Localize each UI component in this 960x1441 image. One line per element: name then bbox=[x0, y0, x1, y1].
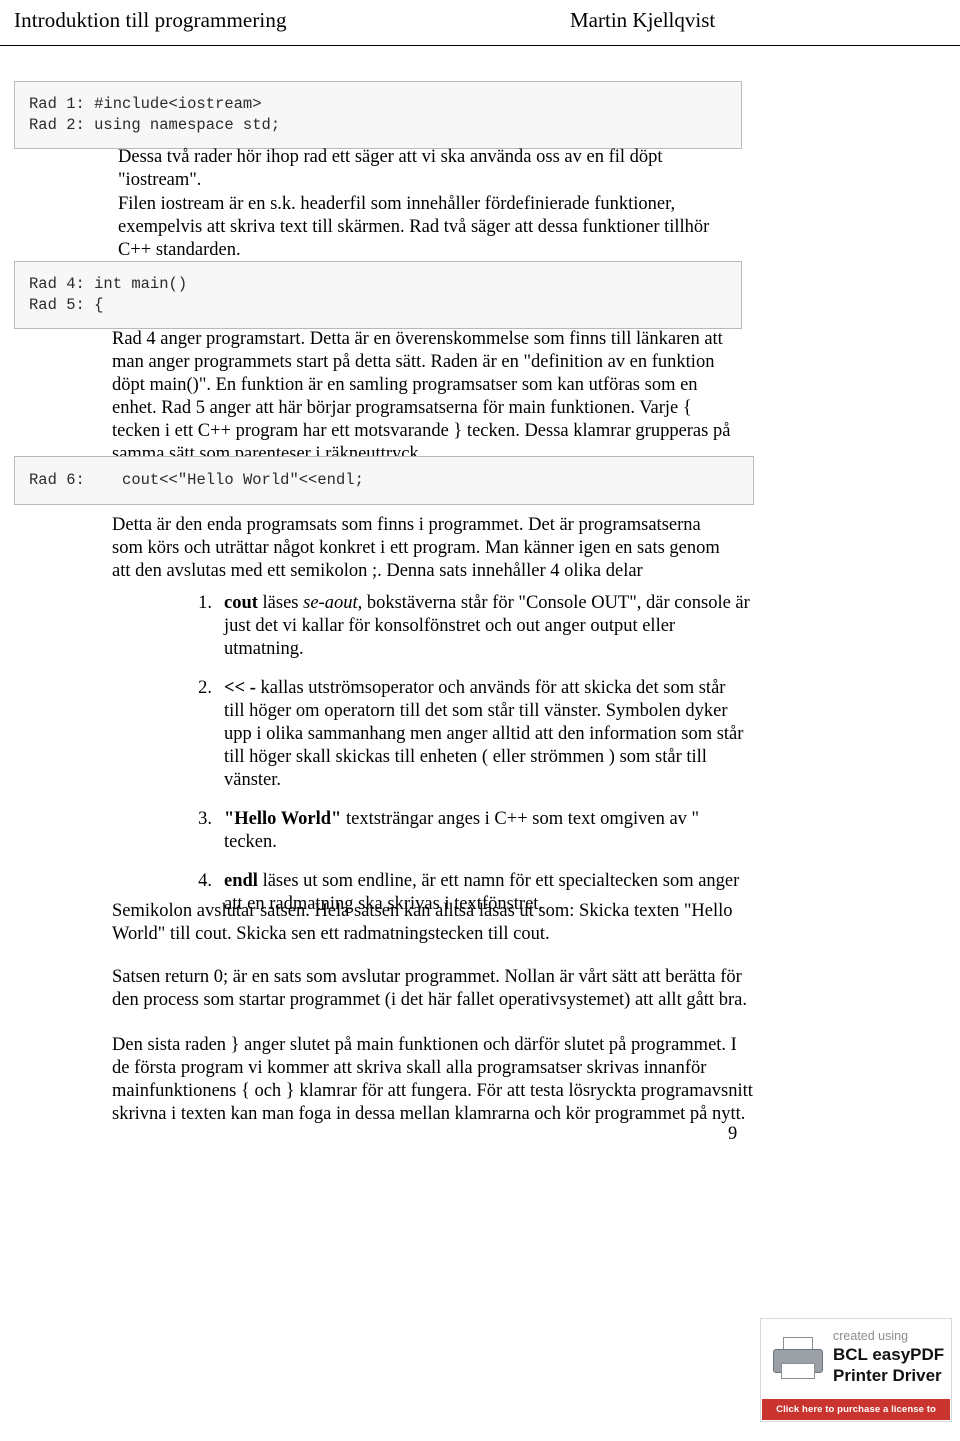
watermark-text: created using BCL easyPDF Printer Driver bbox=[833, 1329, 945, 1385]
pdf-watermark[interactable]: created using BCL easyPDF Printer Driver… bbox=[760, 1318, 952, 1436]
printer-icon bbox=[771, 1335, 825, 1379]
header-document-title: Introduktion till programmering bbox=[14, 8, 287, 32]
header-author: Martin Kjellqvist bbox=[570, 8, 716, 32]
list-item-number: 3. bbox=[198, 809, 212, 829]
paragraph-after-block3: Detta är den enda programsats som finns … bbox=[112, 515, 720, 581]
list-item-emphasis: se-aout bbox=[303, 593, 358, 613]
watermark-brand-line1: BCL easyPDF bbox=[833, 1345, 945, 1364]
paragraph-semicolon: Semikolon avslutar satsen. Hela satsen k… bbox=[112, 901, 733, 944]
list-item: 1. cout läses se-aout, bokstäverna står f… bbox=[190, 592, 750, 661]
paragraph-after-block1-line1: Dessa två rader hör ihop rad ett säger a… bbox=[118, 147, 663, 190]
code-block-rad4-5: Rad 4: int main() Rad 5: { bbox=[14, 261, 742, 329]
code-block-rad6-code: cout<<"Hello World"<<endl; bbox=[122, 471, 364, 489]
paragraph-return: Satsen return 0; är en sats som avslutar… bbox=[112, 967, 747, 1010]
watermark-brand-line2: Printer Driver bbox=[833, 1366, 942, 1385]
numbered-list: 1. cout läses se-aout, bokstäverna står f… bbox=[190, 592, 750, 932]
code-block-rad6: Rad 6: cout<<"Hello World"<<endl; bbox=[14, 456, 754, 505]
list-item: 3. "Hello World" textsträngar anges i C++… bbox=[190, 808, 750, 854]
list-item-text-a: läses bbox=[257, 593, 304, 613]
list-item-keyword: cout bbox=[224, 593, 258, 613]
list-item-number: 1. bbox=[198, 593, 212, 613]
list-item-number: 2. bbox=[198, 678, 212, 698]
list-item-keyword: << - bbox=[224, 678, 256, 698]
code-block-rad1-2: Rad 1: #include<iostream> Rad 2: using n… bbox=[14, 81, 742, 149]
printer-paper-out-icon bbox=[781, 1363, 815, 1379]
code-block-rad6-text: Rad 6: cout<<"Hello World"<<endl; bbox=[29, 470, 739, 491]
page-header: Introduktion till programmering Martin K… bbox=[0, 0, 960, 46]
list-item-text-b: kallas utströmsoperator och används för … bbox=[224, 678, 744, 790]
watermark-created-using: created using bbox=[833, 1329, 909, 1343]
code-block-rad6-label: Rad 6: bbox=[29, 471, 85, 489]
paragraph-after-block2: Rad 4 anger programstart. Detta är en öv… bbox=[112, 329, 731, 464]
watermark-inner: created using BCL easyPDF Printer Driver bbox=[765, 1323, 947, 1393]
list-item-keyword: "Hello World" bbox=[224, 809, 342, 829]
list-item-number: 4. bbox=[198, 871, 212, 891]
watermark-purchase-link[interactable]: Click here to purchase a license to remo… bbox=[762, 1399, 950, 1436]
page-number: 9 bbox=[728, 1124, 738, 1144]
list-item-keyword: endl bbox=[224, 871, 258, 891]
paragraph-after-block1-line2: Filen iostream är en s.k. headerfil som … bbox=[118, 194, 710, 260]
header-divider bbox=[0, 45, 960, 46]
paragraph-closing-brace: Den sista raden } anger slutet på main f… bbox=[112, 1035, 753, 1124]
list-item: 2. << - kallas utströmsoperator och använ… bbox=[190, 677, 750, 792]
